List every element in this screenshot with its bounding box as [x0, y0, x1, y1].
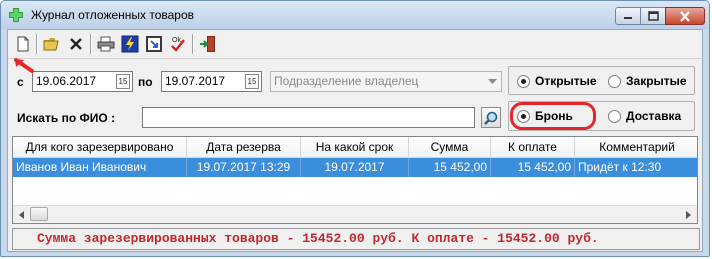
title-bar[interactable]: Журнал отложенных товаров: [1, 1, 709, 29]
scroll-left-icon[interactable]: [13, 206, 30, 223]
toolbar-separator: [36, 34, 38, 54]
toolbar-separator: [90, 34, 92, 54]
svg-text:Ok: Ok: [172, 37, 181, 44]
open-folder-button[interactable]: [41, 33, 63, 55]
app-window: Журнал отложенных товаров Ok с 19.06.201…: [0, 0, 710, 257]
delivery-radio-label[interactable]: Доставка: [626, 109, 681, 123]
division-placeholder: Подразделение владелец: [274, 74, 419, 88]
export-icon: [146, 36, 162, 52]
search-label: Искать по ФИО :: [17, 111, 116, 125]
delete-button[interactable]: [65, 33, 87, 55]
date-to-label: по: [138, 75, 153, 89]
date-from-field[interactable]: 19.06.2017 15: [32, 71, 133, 92]
calendar-icon[interactable]: 15: [245, 74, 259, 89]
closed-radio-label[interactable]: Закрытые: [626, 74, 687, 88]
ok-check-icon: Ok: [171, 37, 185, 52]
cell-sum: 15 452,00: [409, 158, 491, 177]
window-title: Журнал отложенных товаров: [31, 8, 195, 22]
close-button[interactable]: [665, 7, 705, 25]
exit-button[interactable]: [197, 33, 219, 55]
status-radio-group: Открытые Закрытые: [508, 66, 695, 95]
date-from-value: 19.06.2017: [36, 74, 97, 88]
toolbar: Ok: [8, 30, 702, 59]
export-button[interactable]: [143, 33, 165, 55]
column-header[interactable]: Сумма: [409, 137, 491, 157]
search-button[interactable]: [481, 107, 501, 128]
app-cross-icon: [8, 7, 24, 23]
open-radio[interactable]: [517, 75, 530, 88]
maximize-icon: [647, 11, 659, 21]
division-dropdown[interactable]: Подразделение владелец: [270, 71, 502, 92]
cell-to-pay: 15 452,00: [491, 158, 575, 177]
chevron-down-icon: [484, 72, 501, 91]
minimize-icon: [624, 17, 632, 19]
maximize-button[interactable]: [640, 7, 666, 25]
cell-comment: Придёт к 12:30: [578, 160, 662, 174]
column-header[interactable]: Комментарий: [575, 137, 697, 157]
close-icon: [680, 10, 690, 22]
lightning-button[interactable]: [119, 33, 141, 55]
column-header[interactable]: К оплате: [491, 137, 575, 157]
cell-reserve-date: 19.07.2017 13:29: [187, 158, 301, 177]
new-document-button[interactable]: [12, 33, 34, 55]
ok-check-button[interactable]: Ok: [167, 33, 189, 55]
lightning-icon: [121, 35, 139, 53]
reservations-table: Для кого зарезервировано Дата резерва На…: [12, 136, 698, 224]
date-from-label: с: [17, 75, 24, 89]
printer-icon: [97, 36, 115, 52]
column-header[interactable]: Для кого зарезервировано: [13, 137, 187, 157]
cell-term: 19.07.2017: [301, 158, 409, 177]
open-folder-icon: [43, 38, 59, 51]
minimize-button[interactable]: [615, 7, 641, 25]
toolbar-separator: [192, 34, 194, 54]
exit-door-icon: [200, 36, 215, 52]
delivery-radio[interactable]: [608, 110, 621, 123]
column-header[interactable]: Дата резерва: [187, 137, 301, 157]
date-to-value: 19.07.2017: [165, 74, 226, 88]
red-arrow-annotation: [14, 58, 36, 77]
calendar-icon[interactable]: 15: [116, 74, 130, 89]
table-row[interactable]: Иванов Иван Иванович 19.07.2017 13:29 19…: [13, 158, 697, 177]
print-button[interactable]: [95, 33, 117, 55]
table-header: Для кого зарезервировано Дата резерва На…: [13, 137, 697, 158]
cell-customer: Иванов Иван Иванович: [13, 158, 187, 177]
open-radio-label[interactable]: Открытые: [535, 74, 597, 88]
highlight-annotation: [510, 102, 596, 130]
search-icon: [484, 111, 498, 125]
new-document-icon: [17, 36, 29, 52]
client-area: Ok с 19.06.2017 15 по 19.07.2017 15 Подр…: [7, 29, 703, 252]
search-input[interactable]: [142, 107, 475, 128]
horizontal-scrollbar[interactable]: [13, 205, 697, 223]
scroll-right-icon[interactable]: [680, 206, 697, 223]
date-to-field[interactable]: 19.07.2017 15: [161, 71, 262, 92]
scroll-thumb[interactable]: [30, 207, 48, 221]
closed-radio[interactable]: [608, 75, 621, 88]
delete-icon: [70, 38, 82, 50]
column-header[interactable]: На какой срок: [301, 137, 409, 157]
summary-bar: Сумма зарезервированных товаров - 15452.…: [12, 228, 700, 250]
